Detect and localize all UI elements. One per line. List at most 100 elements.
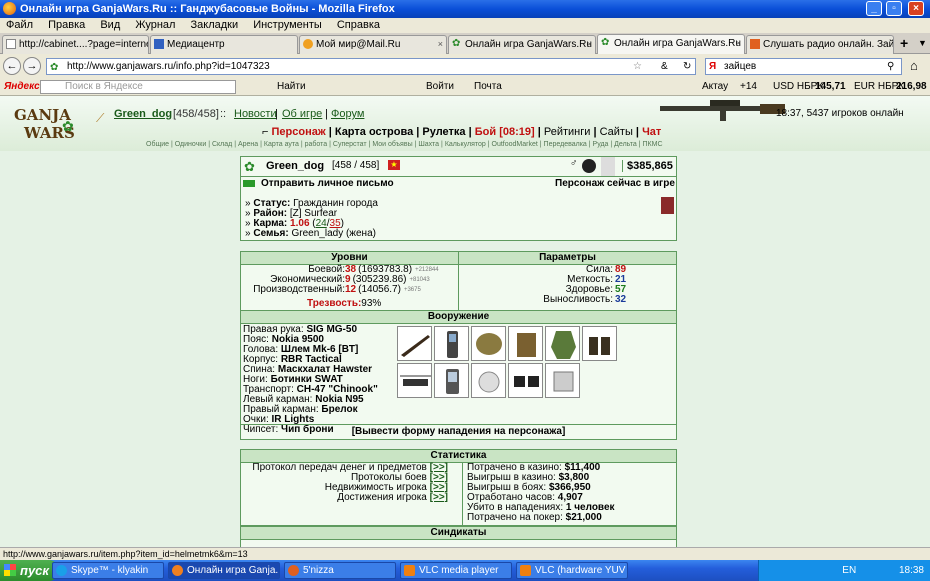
bullet-icon: ⟋ bbox=[96, 111, 105, 125]
more-link[interactable]: [>>] bbox=[430, 492, 448, 503]
menu-tools[interactable]: Инструменты bbox=[253, 19, 322, 31]
submenu-item[interactable]: Дельта bbox=[614, 141, 637, 148]
task-skype[interactable]: Skype™ - klyakin bbox=[52, 562, 164, 579]
news-link[interactable]: Новости bbox=[234, 108, 277, 120]
task-5nizza[interactable]: 5'nizza bbox=[284, 562, 396, 579]
task-firefox[interactable]: Онлайн игра Ganja... bbox=[168, 562, 280, 579]
forward-button[interactable]: → bbox=[23, 57, 41, 75]
chip-slot[interactable] bbox=[545, 363, 580, 398]
url-bar[interactable]: ✿ http://www.ganjawars.ru/info.php?id=10… bbox=[46, 58, 696, 75]
bookmark-star-icon[interactable]: ☆ bbox=[633, 59, 642, 74]
menu-roulette[interactable]: Рулетка bbox=[422, 126, 465, 138]
levels-params-box: Уровни Параметры Боевой: 38 (1693783.8) +21… bbox=[240, 251, 677, 311]
menu-help[interactable]: Справка bbox=[337, 19, 380, 31]
menu-sites[interactable]: Сайты bbox=[600, 126, 633, 138]
helmet-slot[interactable] bbox=[471, 326, 506, 361]
about-link[interactable]: Об игре bbox=[282, 108, 322, 120]
mail-icon bbox=[243, 180, 255, 187]
language-indicator[interactable]: EN bbox=[842, 565, 856, 576]
yandex-logo[interactable]: Яндекс bbox=[4, 78, 40, 96]
start-button[interactable]: пуск bbox=[0, 560, 58, 581]
menu-file[interactable]: Файл bbox=[6, 19, 33, 31]
player-link[interactable]: Green_dog bbox=[114, 108, 172, 120]
vest-slot[interactable] bbox=[508, 326, 543, 361]
gun-icon: ⌐ bbox=[262, 126, 269, 138]
tabs-list-button[interactable]: ▼ bbox=[918, 38, 927, 48]
tab-cabinet[interactable]: http://cabinet....?page=internet bbox=[2, 35, 149, 54]
submenu-item[interactable]: Руда bbox=[593, 141, 609, 148]
task-vlc-1[interactable]: VLC media player bbox=[400, 562, 512, 579]
back-button[interactable]: ← bbox=[3, 57, 21, 75]
item-link[interactable]: Брелок bbox=[321, 404, 357, 415]
menu-ratings[interactable]: Рейтинги bbox=[544, 126, 591, 138]
rifle-slot[interactable] bbox=[397, 326, 432, 361]
menu-character[interactable]: Персонаж bbox=[272, 126, 326, 138]
close-icon[interactable]: × bbox=[438, 36, 443, 53]
menu-history[interactable]: Журнал bbox=[135, 19, 175, 31]
submenu-item[interactable]: Общие bbox=[146, 141, 169, 148]
ampersand-icon[interactable]: & bbox=[661, 59, 668, 74]
goggles-slot[interactable] bbox=[508, 363, 543, 398]
menu-bookmarks[interactable]: Закладки bbox=[191, 19, 239, 31]
keychain-slot[interactable] bbox=[471, 363, 506, 398]
new-tab-button[interactable]: + bbox=[900, 35, 908, 51]
maximize-button[interactable]: ▫ bbox=[886, 1, 902, 16]
nokia-slot[interactable] bbox=[434, 363, 469, 398]
menu-bar: Файл Правка Вид Журнал Закладки Инструме… bbox=[0, 18, 930, 33]
tab-mailru[interactable]: Мой мир@Mail.Ru × bbox=[299, 35, 447, 54]
login-button[interactable]: Войти bbox=[426, 78, 454, 96]
mail-button[interactable]: Почта bbox=[474, 78, 502, 96]
city-label[interactable]: Актау bbox=[702, 78, 728, 96]
leaf-icon: ✿ bbox=[601, 37, 610, 48]
close-icon[interactable]: × bbox=[736, 35, 741, 52]
send-message-link[interactable]: Отправить личное письмо bbox=[261, 178, 394, 189]
phone-slot[interactable] bbox=[434, 326, 469, 361]
forum-link[interactable]: Форум bbox=[331, 108, 364, 120]
stats-values: Потрачено в казино: $11,400 Выигрыш в каз… bbox=[467, 463, 615, 523]
site-favicon: ✿ bbox=[50, 62, 59, 73]
submenu-item[interactable]: Суперстат bbox=[333, 141, 367, 148]
menu-edit[interactable]: Правка bbox=[48, 19, 85, 31]
yandex-search-icon: Я bbox=[709, 61, 717, 72]
syndicates-box: Синдикаты bbox=[240, 526, 677, 547]
attack-form-link[interactable]: [Вывести форму нападения на персонажа] bbox=[241, 424, 676, 439]
boots-slot[interactable] bbox=[582, 326, 617, 361]
submenu-item[interactable]: Одиночки bbox=[175, 141, 207, 148]
submenu-item[interactable]: ПКМС bbox=[643, 141, 663, 148]
submenu-item[interactable]: Склад bbox=[212, 141, 232, 148]
badge-icon bbox=[661, 197, 674, 214]
profile-box: ✿ Green_dog [458 / 458] ★ ♂ $385,865 Отп… bbox=[240, 156, 677, 241]
tab-ganjawars-1[interactable]: ✿ Онлайн игра GanjaWars.Ru ::... × bbox=[448, 35, 596, 54]
site-logo[interactable]: GANJA WARS ✿ bbox=[10, 102, 90, 148]
minimize-button[interactable]: _ bbox=[866, 1, 882, 16]
tab-mediacenter[interactable]: Медиацентр bbox=[150, 35, 298, 54]
camo-slot[interactable] bbox=[545, 326, 580, 361]
menu-chat[interactable]: Чат bbox=[642, 126, 661, 138]
submenu-item[interactable]: Мои объявы bbox=[372, 141, 412, 148]
search-icon[interactable]: ⚲ bbox=[887, 59, 894, 74]
menu-view[interactable]: Вид bbox=[100, 19, 120, 31]
tab-bar: http://cabinet....?page=internet Медиаце… bbox=[0, 33, 930, 54]
menu-battle[interactable]: Бой [08:19] bbox=[475, 126, 535, 138]
submenu-item[interactable]: работа bbox=[305, 141, 328, 148]
task-vlc-2[interactable]: VLC (hardware YUV ... bbox=[516, 562, 628, 579]
yandex-search-input[interactable]: Поиск в Яндексе bbox=[40, 80, 236, 94]
tab-ganjawars-2[interactable]: ✿ Онлайн игра GanjaWars.Ru ::... × bbox=[597, 34, 745, 54]
submenu-item[interactable]: OutfoodMarket bbox=[492, 141, 538, 148]
reload-icon[interactable]: ↻ bbox=[683, 59, 691, 74]
menu-island-map[interactable]: Карта острова bbox=[335, 126, 413, 138]
submenu-item[interactable]: Калькулятор bbox=[445, 141, 486, 148]
submenu-item[interactable]: Арена bbox=[238, 141, 258, 148]
stats-link-row: Достижения игрока [>>] bbox=[337, 492, 448, 503]
close-icon[interactable]: × bbox=[587, 36, 592, 53]
find-button[interactable]: Найти bbox=[277, 78, 306, 96]
home-icon[interactable]: ⌂ bbox=[910, 58, 918, 73]
close-button[interactable]: × bbox=[908, 1, 924, 16]
helicopter-slot[interactable] bbox=[397, 363, 432, 398]
tab-radio[interactable]: Слушать радио онлайн. Зайц... bbox=[746, 35, 894, 54]
submenu-item[interactable]: Передевалка bbox=[544, 141, 587, 148]
submenu-item[interactable]: Карта аута bbox=[264, 141, 299, 148]
window-title-bar[interactable]: Онлайн игра GanjaWars.Ru :: Ганджубасовы… bbox=[0, 0, 930, 18]
submenu-item[interactable]: Шахта bbox=[418, 141, 439, 148]
search-box[interactable]: Я зайцев ⚲ bbox=[705, 58, 902, 75]
